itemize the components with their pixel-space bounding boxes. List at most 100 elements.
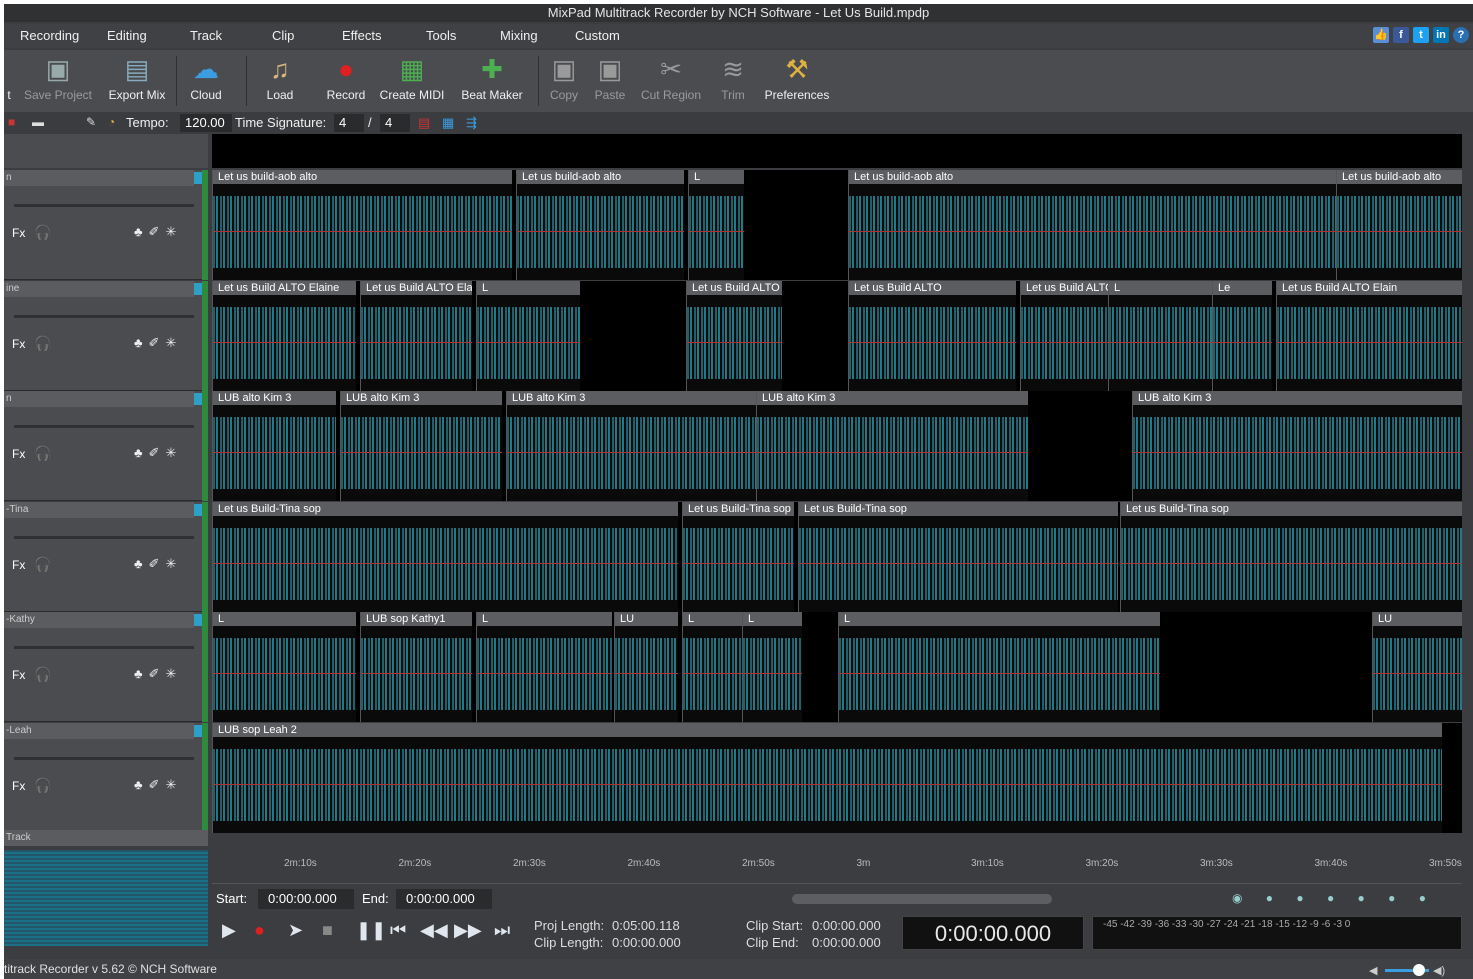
audio-clip[interactable]: LUB alto Kim 3 xyxy=(340,391,502,501)
settings-icon[interactable]: ✳ xyxy=(165,445,182,460)
export-mix-button[interactable]: ▤ Export Mix xyxy=(104,52,170,102)
audio-clip[interactable]: L xyxy=(476,280,580,391)
headphones-icon[interactable]: 🎧 xyxy=(34,556,51,573)
time-signature-denominator[interactable]: 4 xyxy=(380,114,410,132)
beat-grid-icon[interactable]: ▦ xyxy=(442,115,454,131)
facebook-icon[interactable]: f xyxy=(1393,27,1409,43)
audio-clip[interactable]: L xyxy=(212,612,356,722)
track-tools[interactable]: ♣✐✳ xyxy=(134,335,182,351)
audio-clip[interactable]: Let us Build ALTO Elaine xyxy=(212,280,356,391)
headphones-icon[interactable]: 🎧 xyxy=(34,445,51,462)
headphones-icon[interactable]: 🎧 xyxy=(34,335,51,352)
track-lane-1[interactable]: Let us build-aob alto Let us build-aob al… xyxy=(212,170,1462,280)
like-icon[interactable]: 👍 xyxy=(1373,27,1389,43)
wrench-icon[interactable]: ✐ xyxy=(149,666,166,681)
track-name[interactable]: -Kathy xyxy=(4,612,194,628)
preferences-button[interactable]: ⚒ Preferences xyxy=(762,52,832,102)
twitter-icon[interactable]: t xyxy=(1413,27,1429,43)
people-icon[interactable]: ♣ xyxy=(134,445,149,460)
audio-clip[interactable]: L xyxy=(476,612,612,722)
track-lane-4[interactable]: Let us Build-Tina sop Let us Build-Tina s… xyxy=(212,501,1462,612)
cut-region-button[interactable]: ✂ Cut Region xyxy=(640,52,702,102)
track-lane-6[interactable]: LUB sop Leah 2 xyxy=(212,722,1462,833)
audio-clip[interactable]: LU xyxy=(1372,612,1462,722)
audio-clip[interactable]: L xyxy=(742,612,802,722)
fx-button[interactable]: Fx xyxy=(12,668,25,682)
beat-maker-button[interactable]: ✚ Beat Maker xyxy=(458,52,526,102)
timeline-ruler[interactable]: 2m:10s 2m:20s 2m:30s 2m:40s 2m:50s 3m 3m:10s 3m… xyxy=(212,852,1462,884)
people-icon[interactable]: ♣ xyxy=(134,556,149,571)
settings-icon[interactable]: ✳ xyxy=(165,335,182,350)
rewind-icon[interactable]: ◀◀ xyxy=(420,920,448,941)
track-lane-5[interactable]: L LUB sop Kathy1 L LU L L L LU xyxy=(212,612,1462,722)
trim-button[interactable]: ≋ Trim xyxy=(716,52,750,102)
metronome-icon[interactable]: ◔ xyxy=(108,115,115,129)
people-icon[interactable]: ♣ xyxy=(134,666,149,681)
audio-clip[interactable]: LUB alto Kim 3 xyxy=(212,391,336,501)
track-header-2[interactable]: ine Fx 🎧 ♣✐✳ xyxy=(4,280,208,391)
menu-track[interactable]: Track xyxy=(190,28,222,43)
new-track-label[interactable]: Track xyxy=(4,830,208,846)
cloud-button[interactable]: ☁ Cloud xyxy=(182,52,230,102)
tempo-input[interactable]: 120.00 xyxy=(180,114,232,132)
volume-slider[interactable]: ◀ ◀) xyxy=(1369,963,1449,977)
audio-clip[interactable]: Let us Build-Tina sop xyxy=(1120,501,1462,612)
zoom-controls[interactable]: ◉ ● ● ● ● ● ● xyxy=(1232,891,1436,905)
track-volume-slider[interactable] xyxy=(14,646,194,649)
audio-clip[interactable]: LUB alto Kim 3 xyxy=(506,391,756,501)
audio-clip[interactable]: L xyxy=(688,170,744,280)
time-signature-numerator[interactable]: 4 xyxy=(334,114,364,132)
pencil-icon[interactable]: ✎ xyxy=(86,115,96,129)
people-icon[interactable]: ♣ xyxy=(134,335,149,350)
menu-custom[interactable]: Custom xyxy=(575,28,620,43)
track-name[interactable]: n xyxy=(4,170,194,186)
toolbar-truncated[interactable]: t xyxy=(4,52,14,102)
fx-button[interactable]: Fx xyxy=(12,337,25,351)
track-name[interactable]: -Leah xyxy=(4,722,194,739)
fx-button[interactable]: Fx xyxy=(12,226,25,240)
settings-icon[interactable]: ✳ xyxy=(165,666,182,681)
skip-start-icon[interactable]: ⏮ xyxy=(390,920,406,941)
start-input[interactable]: 0:00:00.000 xyxy=(258,889,354,909)
headphones-icon[interactable]: 🎧 xyxy=(34,777,51,794)
horizontal-scrollbar[interactable] xyxy=(792,894,1052,904)
record-transport-icon[interactable]: ● xyxy=(254,920,265,941)
grid-icon[interactable]: ▤ xyxy=(418,115,430,131)
skip-end-icon[interactable]: ⏭ xyxy=(494,920,510,941)
pause-icon[interactable]: ❚❚ xyxy=(356,920,386,941)
fast-forward-icon[interactable]: ▶▶ xyxy=(454,920,482,941)
audio-clip[interactable]: L xyxy=(1108,280,1228,391)
audio-clip[interactable]: LU xyxy=(614,612,678,722)
wrench-icon[interactable]: ✐ xyxy=(149,777,166,792)
track-name[interactable]: ine xyxy=(4,280,194,297)
volume-knob[interactable] xyxy=(1413,964,1425,976)
audio-clip[interactable]: LUB alto Kim 3 xyxy=(1132,391,1462,501)
paste-button[interactable]: ▣ Paste xyxy=(590,52,630,102)
people-icon[interactable]: ♣ xyxy=(134,224,149,239)
track-color-icon[interactable]: ■ xyxy=(8,115,15,129)
track-tools[interactable]: ♣✐✳ xyxy=(134,224,182,240)
audio-clip[interactable]: Let us Build-Tina sop xyxy=(798,501,1118,612)
audio-clip[interactable]: Let us build-aob alto xyxy=(1336,170,1462,280)
people-icon[interactable]: ♣ xyxy=(134,777,149,792)
track-lane-3[interactable]: LUB alto Kim 3 LUB alto Kim 3 LUB alto Kim… xyxy=(212,391,1462,501)
audio-clip[interactable]: Let us Build ALTO Elaine xyxy=(686,280,782,391)
end-input[interactable]: 0:00:00.000 xyxy=(396,889,492,909)
audio-clip[interactable]: LUB sop Leah 2 xyxy=(212,722,1442,833)
track-lane-2[interactable]: Let us Build ALTO Elaine Let us Build ALT… xyxy=(212,280,1462,391)
fx-button[interactable]: Fx xyxy=(12,447,25,461)
headphones-icon[interactable]: 🎧 xyxy=(34,224,51,241)
menu-effects[interactable]: Effects xyxy=(342,28,382,43)
wrench-icon[interactable]: ✐ xyxy=(149,556,166,571)
menu-mixing[interactable]: Mixing xyxy=(500,28,538,43)
audio-clip[interactable]: Le xyxy=(1212,280,1272,391)
settings-icon[interactable]: ✳ xyxy=(165,224,182,239)
track-volume-slider[interactable] xyxy=(14,314,194,318)
wrench-icon[interactable]: ✐ xyxy=(149,445,166,460)
menu-clip[interactable]: Clip xyxy=(272,28,294,43)
audio-clip[interactable]: Let us Build-Tina sop xyxy=(682,501,794,612)
snap-grid-icon[interactable]: ⇶ xyxy=(466,115,477,131)
project-overview[interactable] xyxy=(4,850,208,946)
wrench-icon[interactable]: ✐ xyxy=(149,224,166,239)
track-header-6[interactable]: -Leah Fx 🎧 ♣✐✳ xyxy=(4,722,208,833)
